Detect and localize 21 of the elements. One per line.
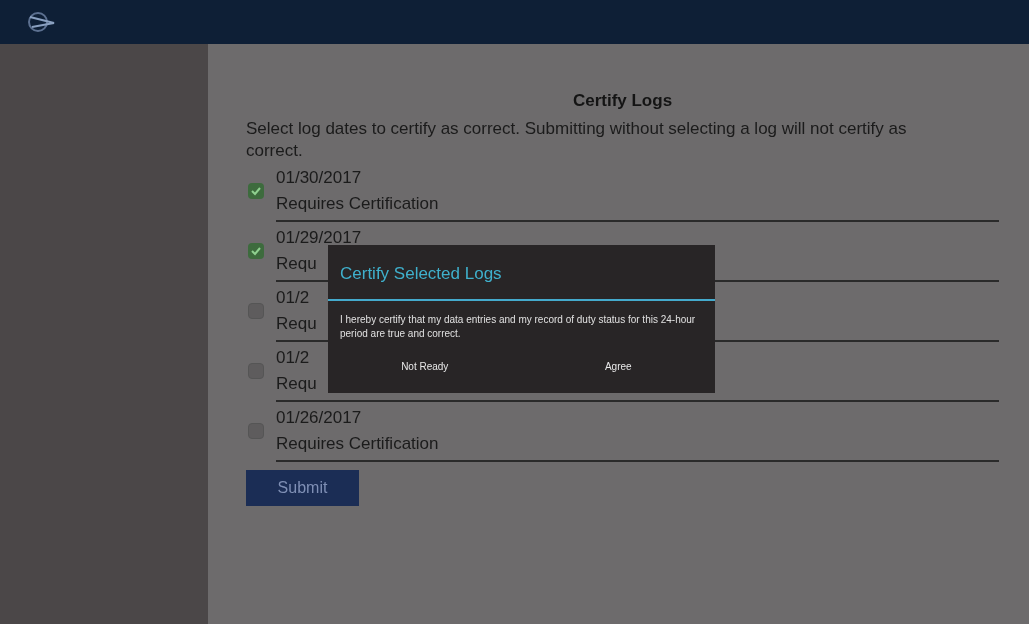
log-status: Requ xyxy=(276,312,317,335)
submit-button[interactable]: Submit xyxy=(246,469,359,506)
checkbox[interactable] xyxy=(248,182,264,199)
log-date: 01/26/2017 xyxy=(276,406,363,429)
page-title: Certify Logs xyxy=(571,90,674,112)
checkbox[interactable] xyxy=(248,422,264,439)
log-date: 01/30/2017 xyxy=(276,166,363,189)
dialog-title: Certify Selected Logs xyxy=(339,263,503,285)
instructions-text: Select log dates to certify as correct. Submitting without selecting a log will not certify as correct. xyxy=(246,117,908,162)
log-status: Requ xyxy=(276,372,317,395)
dialog-message: I hereby certify that my data entries and my record of duty status for this 24-hour period are true and correct. xyxy=(339,312,697,341)
log-date: 01/2 xyxy=(276,346,311,369)
log-status: Requires Certification xyxy=(276,192,439,215)
checkbox[interactable] xyxy=(248,302,264,319)
checkbox[interactable] xyxy=(248,362,264,379)
checkbox[interactable] xyxy=(248,242,264,259)
dialog-button[interactable]: Agree xyxy=(521,348,715,385)
log-status: Requires Certification xyxy=(276,432,439,455)
log-date: 01/29/2017 xyxy=(276,226,362,249)
log-date: 01/2 xyxy=(276,286,311,309)
dialog-button[interactable]: Not Ready xyxy=(328,348,522,385)
